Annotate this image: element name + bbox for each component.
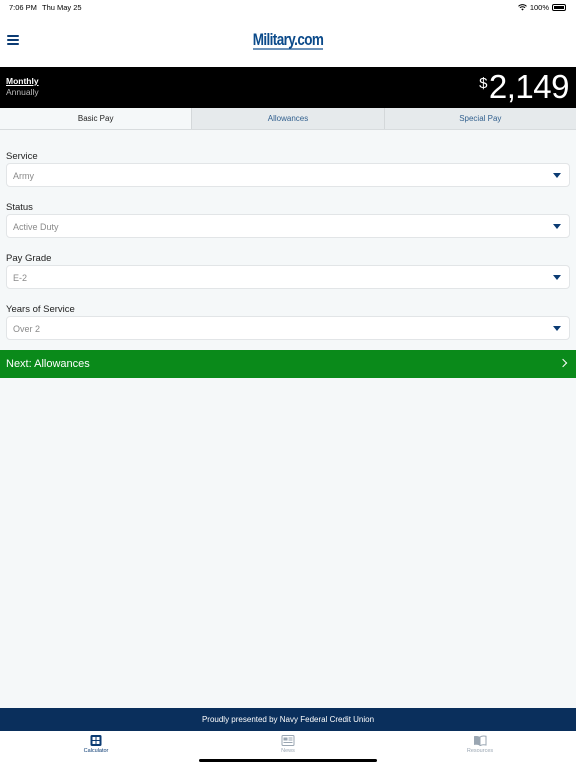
- tab-basic-pay[interactable]: Basic Pay: [0, 108, 193, 129]
- status-bar: 7:06 PM Thu May 25 100%: [0, 0, 576, 16]
- calculator-icon: [90, 735, 102, 746]
- news-icon: [281, 735, 295, 746]
- tab-allowances[interactable]: Allowances: [192, 108, 385, 129]
- home-indicator: [199, 759, 377, 762]
- nav-news[interactable]: News: [192, 731, 384, 768]
- nav-news-label: News: [281, 748, 295, 754]
- service-label: Service: [6, 151, 38, 162]
- years-of-service-select[interactable]: Over 2: [6, 316, 570, 340]
- nav-calculator[interactable]: Calculator: [0, 731, 192, 768]
- status-label: Status: [6, 202, 33, 213]
- bottom-nav: Calculator News Resources: [0, 731, 576, 768]
- chevron-right-icon: [558, 358, 568, 368]
- status-select[interactable]: Active Duty: [6, 214, 570, 238]
- pay-amount: $2,149: [479, 68, 569, 106]
- years-of-service-value: Over 2: [13, 324, 41, 334]
- tab-special-pay[interactable]: Special Pay: [385, 108, 576, 129]
- chevron-down-icon: [553, 275, 561, 280]
- pay-grade-select[interactable]: E-2: [6, 265, 570, 289]
- next-button-label: Next: Allowances: [6, 358, 90, 370]
- period-annually-toggle[interactable]: Annually: [6, 87, 39, 97]
- next-allowances-button[interactable]: Next: Allowances: [0, 350, 576, 378]
- battery-icon: [552, 4, 566, 11]
- status-time: 7:06 PM: [9, 3, 37, 12]
- service-select[interactable]: Army: [6, 163, 570, 187]
- app-header: Military.com: [0, 16, 576, 67]
- period-monthly-toggle[interactable]: Monthly: [6, 76, 39, 86]
- sponsor-banner: Proudly presented by Navy Federal Credit…: [0, 708, 576, 731]
- battery-percent: 100%: [529, 3, 549, 12]
- chevron-down-icon: [553, 173, 561, 178]
- pay-grade-value: E-2: [13, 273, 28, 283]
- status-value: Active Duty: [13, 222, 59, 232]
- pay-grade-label: Pay Grade: [6, 253, 52, 264]
- currency-symbol: $: [479, 75, 487, 92]
- chevron-down-icon: [553, 326, 561, 331]
- chevron-down-icon: [553, 224, 561, 229]
- nav-resources[interactable]: Resources: [384, 731, 576, 768]
- calculator-tabs: Basic Pay Allowances Special Pay: [0, 108, 576, 130]
- wifi-icon: [517, 4, 527, 11]
- status-date: Thu May 25: [42, 3, 82, 12]
- nav-calculator-label: Calculator: [83, 748, 109, 754]
- years-of-service-label: Years of Service: [6, 304, 75, 315]
- service-value: Army: [13, 171, 34, 181]
- nav-resources-label: Resources: [466, 748, 494, 754]
- book-icon: [474, 735, 487, 746]
- status-right: 100%: [517, 3, 566, 12]
- military-logo: Military.com: [252, 30, 324, 50]
- pay-summary-bar: Monthly Annually $2,149: [0, 67, 576, 108]
- pay-amount-value: 2,149: [488, 68, 570, 105]
